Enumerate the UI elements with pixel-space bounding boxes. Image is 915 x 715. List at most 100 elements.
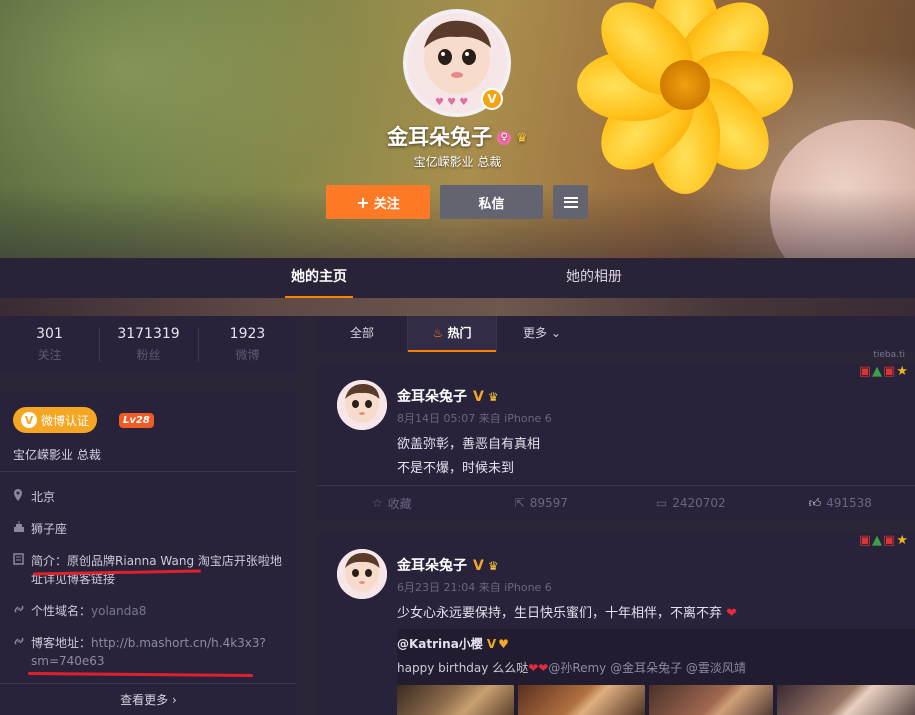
tab-more-label: 更多 <box>523 326 548 340</box>
quoted-post[interactable]: @Katrina小樱 V ♥ happy birthday 么么哒❤❤@孙Remy … <box>397 629 915 715</box>
quote-text: happy birthday 么么哒❤❤@孙Remy @金耳朵兔子 @雲淡风靖 <box>397 659 746 676</box>
domain-text: 个性域名：yolanda8 <box>31 604 147 618</box>
constellation-text: 狮子座 <box>31 522 68 536</box>
tab-hot-label: 热门 <box>447 326 472 340</box>
christmas-decoration-icon: ▣▲▣★ <box>858 533 909 548</box>
post-avatar[interactable] <box>337 549 387 599</box>
see-more-link[interactable]: 查看更多 › <box>0 691 297 708</box>
quote-mentions[interactable]: @孙Remy @金耳朵兔子 @雲淡风靖 <box>548 661 746 675</box>
profile-description: 宝亿嵘影业 总裁 <box>413 155 502 169</box>
chevron-down-icon: ⌄ <box>550 326 561 340</box>
domain-link[interactable]: yolanda8 <box>91 604 146 618</box>
tab-album[interactable]: 她的相册 <box>558 258 630 298</box>
info-panel: V 微博认证 Lv28 宝亿嵘影业 总裁 北京 狮子座 简介：原创品牌Riann… <box>0 391 297 715</box>
post-text-content: 少女心永远要保持，生日快乐蜜们，十年相伴，不离不弃 <box>397 606 723 621</box>
follow-button[interactable]: + 关注 <box>326 185 430 219</box>
stat-posts[interactable]: 1923 微博 <box>198 316 297 374</box>
post-text-line: 欲盖弥彰，善恶自有真相 <box>397 437 541 452</box>
post-text-line: 不是不爆，时候未到 <box>397 461 515 476</box>
info-title: 宝亿嵘影业 总裁 <box>13 448 101 462</box>
quote-text-start: happy birthday 么么哒 <box>397 661 529 675</box>
stat-fans-label: 粉丝 <box>136 348 161 362</box>
heart-icon: ❤❤ <box>528 661 549 675</box>
quote-author[interactable]: @Katrina小樱 V ♥ <box>397 635 509 652</box>
verify-label: 微博认证 <box>40 413 89 428</box>
share-icon: ⇱ <box>514 496 525 510</box>
decoration-tag: tieba.ti <box>873 350 905 360</box>
chevron-right-icon: › <box>172 693 177 707</box>
crown-icon: ♛ <box>487 390 499 404</box>
see-more-label: 查看更多 <box>120 693 169 707</box>
verified-v-icon: V <box>473 558 484 574</box>
menu-icon <box>563 196 578 208</box>
feed-card: ▣▲▣★ 金耳朵兔子 V ♛ 6月23日 21:04 来自 iPhone 6 少女心… <box>317 533 915 715</box>
weibo-verify-badge[interactable]: V 微博认证 <box>13 407 97 433</box>
post-author[interactable]: 金耳朵兔子 V ♛ <box>397 386 499 406</box>
divider <box>0 471 297 472</box>
follow-label: 关注 <box>373 196 400 212</box>
link-icon <box>13 634 31 670</box>
favorite-label: 收藏 <box>387 496 412 511</box>
photo-thumbnail[interactable] <box>649 685 773 715</box>
thumb-up-icon: 👍︎ <box>808 495 822 510</box>
message-button[interactable]: 私信 <box>440 185 543 219</box>
feed-tabs: 全部 ♨ 热门 更多 ⌄ <box>317 316 915 352</box>
fire-icon: ♨ <box>432 326 444 340</box>
decorative-strip <box>0 298 915 316</box>
stats-panel: 301 关注 3171319 粉丝 1923 微博 <box>0 316 297 374</box>
favorite-button[interactable]: ☆ 收藏 <box>317 486 467 520</box>
blog-row: 博客地址：http://b.mashort.cn/h.4k3x3?sm=740e… <box>13 634 283 670</box>
level-badge[interactable]: Lv28 <box>119 413 154 428</box>
crown-icon: ♛ <box>516 130 528 146</box>
flower-image <box>570 0 800 200</box>
christmas-decoration-icon: ▣▲▣★ <box>858 364 909 379</box>
profile-nav: 她的主页 她的相册 <box>0 258 915 298</box>
post-actions: ☆ 收藏 ⇱ 89597 ▭ 2420702 👍︎ 491538 <box>317 485 915 520</box>
star-icon: ☆ <box>371 496 383 510</box>
post-text: 少女心永远要保持，生日快乐蜜们，十年相伴，不离不弃 ❤ <box>397 602 737 621</box>
comment-button[interactable]: ▭ 2420702 <box>616 486 766 520</box>
tab-home[interactable]: 她的主页 <box>285 258 353 298</box>
profile-name-text: 金耳朵兔子 <box>387 125 493 149</box>
photo-thumbnail[interactable] <box>518 685 645 715</box>
post-meta[interactable]: 6月23日 21:04 来自 iPhone 6 <box>397 579 552 595</box>
stat-fans[interactable]: 3171319 粉丝 <box>99 316 198 374</box>
tab-hot[interactable]: ♨ 热门 <box>408 316 496 352</box>
post-author-name: 金耳朵兔子 <box>397 558 467 574</box>
cake-icon <box>13 520 31 538</box>
post-meta[interactable]: 8月14日 05:07 来自 iPhone 6 <box>397 410 552 426</box>
stat-following-label: 关注 <box>37 348 62 362</box>
tab-all[interactable]: 全部 <box>317 316 407 352</box>
location-row: 北京 <box>13 488 283 506</box>
domain-row: 个性域名：yolanda8 <box>13 602 283 620</box>
stat-posts-value: 1923 <box>229 326 266 342</box>
divider <box>0 683 297 684</box>
post-author[interactable]: 金耳朵兔子 V ♛ <box>397 555 499 575</box>
profile-name: 金耳朵兔子 ♀ ♛ <box>300 121 615 151</box>
forward-count: 89597 <box>529 496 568 510</box>
female-icon: ♀ <box>497 131 512 145</box>
post-author-name: 金耳朵兔子 <box>397 389 467 405</box>
svg-text:♥ ♥ ♥: ♥ ♥ ♥ <box>435 97 468 108</box>
photo-thumbnail[interactable] <box>777 685 915 715</box>
constellation-row: 狮子座 <box>13 520 283 538</box>
stat-following[interactable]: 301 关注 <box>0 316 99 374</box>
comment-count: 2420702 <box>672 496 726 510</box>
verify-v-icon: V <box>20 412 37 428</box>
heart-icon: ❤ <box>722 606 738 621</box>
verified-badge: V <box>481 88 503 110</box>
verified-v-icon: V <box>473 389 484 405</box>
tab-more[interactable]: 更多 ⌄ <box>507 316 577 352</box>
red-underline <box>27 672 254 677</box>
comment-icon: ▭ <box>655 496 668 510</box>
forward-button[interactable]: ⇱ 89597 <box>467 486 617 520</box>
quote-author-name: @Katrina小樱 <box>397 637 483 651</box>
like-button[interactable]: 👍︎ 491538 <box>766 486 915 520</box>
link-icon <box>13 602 31 620</box>
more-menu-button[interactable] <box>553 185 588 219</box>
like-count: 491538 <box>826 496 872 510</box>
post-avatar[interactable] <box>337 380 387 430</box>
stat-posts-label: 微博 <box>235 348 260 362</box>
photo-thumbnail[interactable] <box>397 685 514 715</box>
verified-v-icon: V <box>486 637 497 651</box>
